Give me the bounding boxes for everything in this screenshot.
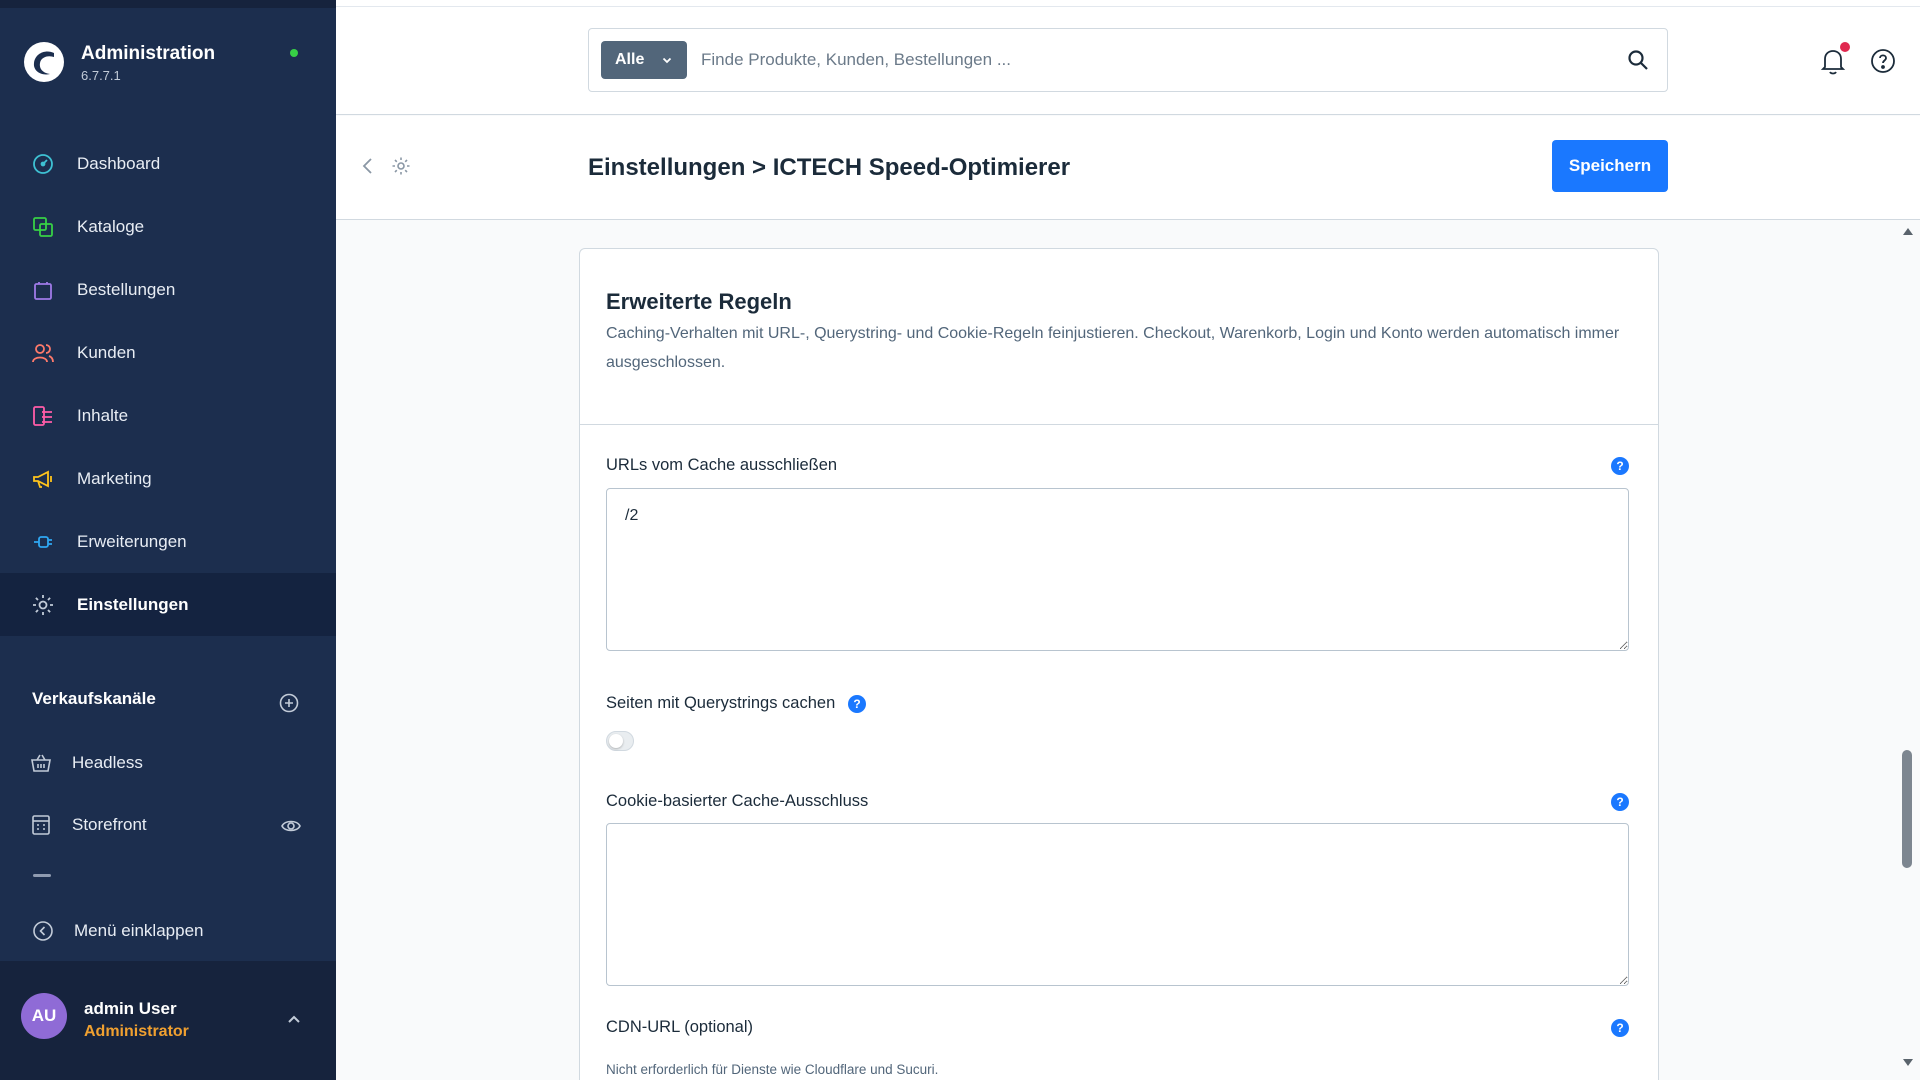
content-list-icon [30,403,56,429]
main-nav: Dashboard Kataloge Bestellungen Kunden I… [0,132,336,636]
sales-channels-title: Verkaufskanäle [32,689,156,708]
nav-item-dashboard[interactable]: Dashboard [0,132,336,195]
nav-item-kataloge[interactable]: Kataloge [0,195,336,258]
search-type-dropdown[interactable]: Alle [601,41,687,79]
brand: Administration 6.7.7.1 [22,36,322,92]
sales-channel-list: Headless Storefront [0,732,336,856]
sales-channel-headless[interactable]: Headless [0,732,336,794]
user-menu[interactable]: AU admin User Administrator [0,961,336,1080]
card-description: Caching-Verhalten mit URL-, Querystring-… [606,325,1620,371]
exclude-urls-textarea[interactable] [606,488,1629,651]
top-bar-divider [336,6,1920,7]
nav-item-label: Kunden [77,342,136,362]
cdn-url-hint: Nicht erforderlich für Dienste wie Cloud… [606,1062,939,1077]
chevron-up-icon[interactable] [286,1011,302,1027]
shopware-logo-icon [24,42,64,82]
cache-querystrings-toggle[interactable] [606,731,634,751]
sales-channel-label: Headless [72,753,143,772]
app-version: 6.7.7.1 [81,68,121,83]
global-search: Alle [588,28,1668,92]
basket-icon [30,752,52,774]
cache-querystrings-label: Seiten mit Querystrings cachen [606,694,836,712]
save-button[interactable]: Speichern [1552,140,1668,192]
cdn-url-label: CDN-URL (optional) [606,1018,754,1036]
nav-item-marketing[interactable]: Marketing [0,447,336,510]
nav-item-erweiterungen[interactable]: Erweiterungen [0,510,336,573]
app-name: Administration [81,43,216,64]
exclude-urls-label: URLs vom Cache ausschließen [606,456,838,474]
nav-item-einstellungen[interactable]: Einstellungen [0,573,336,636]
gauge-icon [30,151,56,177]
nav-item-label: Dashboard [77,153,161,173]
nav-item-inhalte[interactable]: Inhalte [0,384,336,447]
help-circle-icon[interactable] [1870,48,1896,74]
sales-channel-more-peek [33,874,51,877]
collapse-menu-label: Menü einklappen [74,921,204,940]
nav-item-bestellungen[interactable]: Bestellungen [0,258,336,321]
chevron-left-circle-icon [32,920,54,942]
sidebar: Administration 6.7.7.1 Dashboard Katalog… [0,0,336,1080]
collapse-menu-button[interactable]: Menü einklappen [0,903,336,959]
avatar: AU [21,993,67,1039]
nav-item-label: Inhalte [77,405,129,425]
nav-item-label: Einstellungen [77,594,189,614]
help-icon[interactable]: ? [1611,793,1629,811]
nav-item-kunden[interactable]: Kunden [0,321,336,384]
sidebar-top-strip [0,0,336,8]
help-icon[interactable]: ? [1611,457,1629,475]
sales-channel-storefront[interactable]: Storefront [0,794,336,856]
plug-icon [30,529,56,555]
chevron-down-icon [662,57,672,64]
gear-icon [30,592,56,618]
notification-badge [1840,42,1850,52]
online-status-dot [290,49,298,57]
cookie-exclusion-label: Cookie-basierter Cache-Ausschluss [606,792,869,810]
catalog-icon [30,214,56,240]
nav-item-label: Marketing [77,468,152,488]
gear-icon[interactable] [391,156,411,176]
cookie-exclusion-textarea[interactable] [606,823,1629,986]
sales-channel-label: Storefront [72,815,147,834]
card-header: Erweiterte Regeln Caching-Verhalten mit … [580,249,1658,425]
nav-item-label: Bestellungen [77,279,176,299]
scroll-down-arrow-icon[interactable] [1902,1058,1914,1068]
card-title: Erweiterte Regeln [606,289,792,314]
users-icon [30,340,56,366]
help-icon[interactable]: ? [1611,1019,1629,1037]
nav-item-label: Erweiterungen [77,531,187,551]
smart-bar [336,116,1920,220]
nav-item-label: Kataloge [77,216,145,236]
user-name: admin User [84,999,177,1018]
help-icon[interactable]: ? [848,695,866,713]
search-input[interactable] [701,41,1581,79]
scrollbar-thumb[interactable] [1902,750,1912,868]
add-sales-channel-icon[interactable] [279,693,299,713]
toggle-knob [609,734,623,748]
search-icon[interactable] [1627,49,1649,71]
search-type-label: Alle [615,51,645,68]
eye-icon[interactable] [281,816,301,836]
scroll-up-arrow-icon[interactable] [1902,226,1914,236]
storefront-icon [30,814,52,836]
chevron-left-icon[interactable] [360,156,376,176]
user-role: Administrator [84,1023,189,1040]
page-title: Einstellungen > ICTECH Speed-Optimierer [588,154,1071,181]
shopping-bag-icon [30,277,56,303]
megaphone-icon [30,466,56,492]
